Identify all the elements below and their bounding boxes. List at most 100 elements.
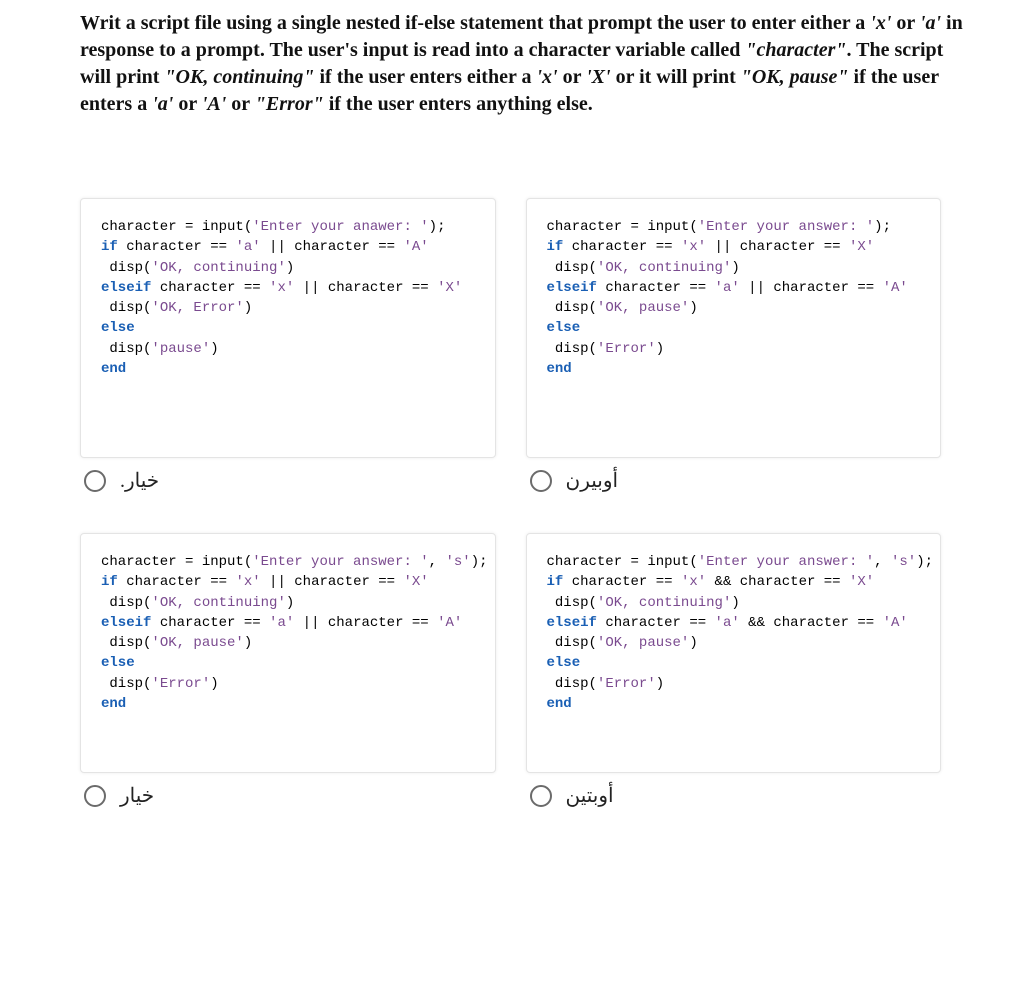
option-label-1: خيار. xyxy=(120,468,159,493)
q-okpause: "OK, pause" xyxy=(741,66,849,88)
code-text: character = input( xyxy=(547,219,698,235)
code-kw: end xyxy=(547,696,572,712)
option-cell-2: character = input('Enter your answer: ')… xyxy=(526,198,972,493)
code-text: 'X' xyxy=(849,574,874,590)
code-text: ) xyxy=(689,635,697,651)
code-text: disp( xyxy=(101,341,151,357)
code-text: 'OK, continuing' xyxy=(597,595,731,611)
code-kw: if xyxy=(101,239,118,255)
code-text: disp( xyxy=(101,260,151,276)
code-kw: elseif xyxy=(547,280,597,296)
code-text: ) xyxy=(286,595,294,611)
code-text: 'pause' xyxy=(151,341,210,357)
option-radio-4[interactable]: أوبتين xyxy=(526,783,942,808)
code-text: 'A' xyxy=(883,280,908,296)
code-text: disp( xyxy=(101,595,151,611)
code-kw: end xyxy=(101,361,126,377)
q-character: "character" xyxy=(745,39,846,61)
code-kw: end xyxy=(101,696,126,712)
option-radio-2[interactable]: أوبيرن xyxy=(526,468,942,493)
code-text: 'OK, continuing' xyxy=(151,595,285,611)
code-text: 's' xyxy=(891,554,916,570)
code-text: 'x' xyxy=(681,239,706,255)
code-text: || character == xyxy=(294,615,437,631)
code-block-4: character = input('Enter your answer: ',… xyxy=(547,552,921,714)
code-text: && character == xyxy=(740,615,883,631)
radio-icon xyxy=(84,785,106,807)
code-text: 'Error' xyxy=(597,676,656,692)
q-okcont: "OK, continuing" xyxy=(164,66,314,88)
q-token-x: 'x' xyxy=(870,12,891,34)
code-text: 'Enter your answer: ' xyxy=(698,219,874,235)
code-card-3: character = input('Enter your answer: ',… xyxy=(80,533,496,773)
q-token-a2: 'a' xyxy=(152,93,173,115)
code-kw: else xyxy=(547,655,581,671)
q-part: or xyxy=(173,93,202,115)
code-text: || character == xyxy=(740,280,883,296)
code-kw: if xyxy=(547,239,564,255)
code-text: character = input( xyxy=(547,554,698,570)
code-text: 'OK, pause' xyxy=(151,635,243,651)
code-text: character == xyxy=(151,615,269,631)
q-part: Writ a script file using a single nested… xyxy=(80,12,870,34)
code-text: 'A' xyxy=(437,615,462,631)
code-text: ) xyxy=(244,635,252,651)
code-text: 'Enter your anawer: ' xyxy=(252,219,428,235)
radio-icon xyxy=(530,470,552,492)
option-label-2: أوبيرن xyxy=(566,468,619,493)
code-text: disp( xyxy=(547,260,597,276)
q-token-x2: 'x' xyxy=(536,66,557,88)
q-part: or xyxy=(891,12,920,34)
code-text: , xyxy=(874,554,891,570)
code-text: 'OK, pause' xyxy=(597,300,689,316)
code-kw: elseif xyxy=(547,615,597,631)
code-text: ) xyxy=(210,341,218,357)
code-card-2: character = input('Enter your answer: ')… xyxy=(526,198,942,458)
code-kw: if xyxy=(101,574,118,590)
code-text: ) xyxy=(286,260,294,276)
code-text: character == xyxy=(151,280,269,296)
code-text: || character == xyxy=(261,574,404,590)
question-text: Writ a script file using a single nested… xyxy=(80,10,971,118)
q-token-biga: 'A' xyxy=(202,93,226,115)
code-text: 'A' xyxy=(883,615,908,631)
code-kw: else xyxy=(101,655,135,671)
code-text: character == xyxy=(118,574,236,590)
code-text: 'OK, continuing' xyxy=(151,260,285,276)
code-block-2: character = input('Enter your answer: ')… xyxy=(547,217,921,379)
code-text: ) xyxy=(244,300,252,316)
code-text: 'X' xyxy=(849,239,874,255)
code-text: disp( xyxy=(101,676,151,692)
code-text: character == xyxy=(563,574,681,590)
code-text: ) xyxy=(731,595,739,611)
code-text: 'a' xyxy=(715,615,740,631)
code-kw: else xyxy=(101,320,135,336)
option-radio-3[interactable]: خيار xyxy=(80,783,496,808)
code-text: character = input( xyxy=(101,554,252,570)
code-text: 'A' xyxy=(403,239,428,255)
code-text: ); xyxy=(429,219,446,235)
code-text: 'Error' xyxy=(151,676,210,692)
q-part: or xyxy=(226,93,255,115)
code-text: ) xyxy=(656,676,664,692)
code-text: 'OK, continuing' xyxy=(597,260,731,276)
code-text: ); xyxy=(471,554,488,570)
code-kw: elseif xyxy=(101,280,151,296)
options-grid: character = input('Enter your anawer: ')… xyxy=(80,198,971,848)
code-text: || character == xyxy=(261,239,404,255)
code-text: character = input( xyxy=(101,219,252,235)
code-text: 's' xyxy=(445,554,470,570)
code-text: || character == xyxy=(294,280,437,296)
code-text: ) xyxy=(731,260,739,276)
q-error: "Error" xyxy=(255,93,324,115)
option-radio-1[interactable]: خيار. xyxy=(80,468,496,493)
code-text: 'X' xyxy=(403,574,428,590)
code-text: 'x' xyxy=(681,574,706,590)
code-text: 'Enter your answer: ' xyxy=(698,554,874,570)
code-kw: else xyxy=(547,320,581,336)
code-text: character == xyxy=(597,280,715,296)
code-text: disp( xyxy=(547,676,597,692)
q-token-bigx: 'X' xyxy=(586,66,610,88)
code-text: disp( xyxy=(101,635,151,651)
code-block-1: character = input('Enter your anawer: ')… xyxy=(101,217,475,379)
